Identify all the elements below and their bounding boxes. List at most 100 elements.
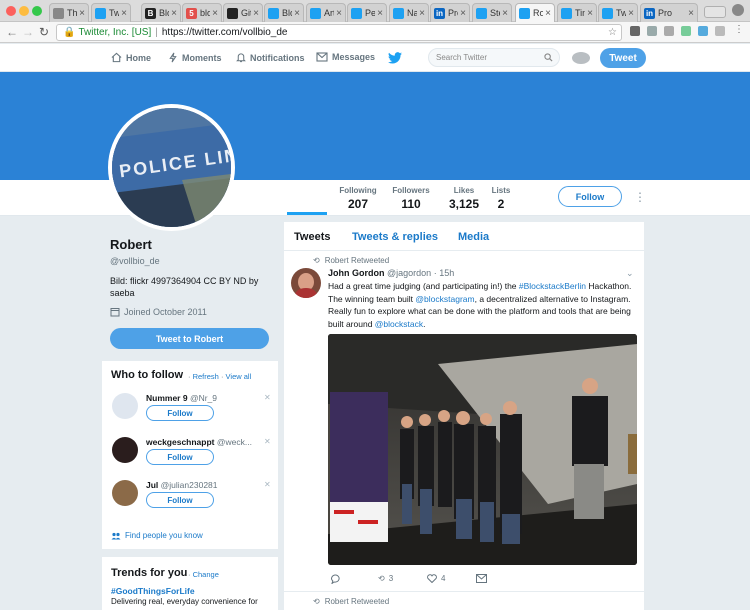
extension-icon[interactable]	[715, 26, 725, 36]
forward-icon[interactable]: →	[22, 25, 34, 39]
search-icon[interactable]	[544, 53, 553, 62]
tab-close-icon[interactable]: ×	[171, 8, 177, 19]
back-icon[interactable]: ←	[6, 25, 18, 39]
browser-tab[interactable]: Art×	[306, 3, 346, 22]
tab-close-icon[interactable]: ×	[121, 8, 127, 19]
menu-icon[interactable]: ⋮	[734, 25, 744, 36]
extension-icon[interactable]	[664, 26, 674, 36]
tweet-author-handle[interactable]: @jagordon	[387, 268, 431, 278]
profile-avatar[interactable]: POLICE LINE DO	[108, 104, 235, 231]
trend-item[interactable]: #GoodThingsForLife	[111, 586, 195, 596]
dismiss-icon[interactable]: ✕	[264, 393, 271, 402]
browser-tab[interactable]: Tw×	[91, 3, 131, 22]
tab-close-icon[interactable]: ×	[253, 8, 259, 19]
stat-followers[interactable]: Followers 110	[391, 186, 431, 211]
nav-moments[interactable]: Moments	[168, 52, 222, 63]
minimize-window-icon[interactable]	[19, 6, 29, 16]
follow-suggestion-button[interactable]: Follow	[146, 449, 214, 465]
suggested-user-name[interactable]: Jul @julian230281	[146, 480, 266, 490]
tweet-photo[interactable]	[328, 334, 637, 565]
tab-media[interactable]: Media	[458, 231, 489, 243]
follow-suggestion-button[interactable]: Follow	[146, 405, 214, 421]
zoom-window-icon[interactable]	[32, 6, 42, 16]
browser-tab[interactable]: Rol×	[515, 3, 555, 22]
tweet-to-button[interactable]: Tweet to Robert	[110, 328, 269, 349]
stat-lists[interactable]: Lists 2	[491, 186, 511, 211]
browser-tab[interactable]: Nat×	[389, 3, 429, 22]
suggested-user-name[interactable]: weckgeschnappt @weck...	[146, 437, 266, 447]
tab-close-icon[interactable]: ×	[377, 8, 383, 19]
dismiss-icon[interactable]: ✕	[264, 480, 271, 489]
mention-link[interactable]: @blockstagram	[415, 294, 474, 304]
find-people-link[interactable]: Find people you know	[111, 531, 203, 540]
hashtag-link[interactable]: #BlockstackBerlin	[519, 281, 586, 291]
tweet-author-name[interactable]: John Gordon	[328, 268, 385, 278]
browser-tab[interactable]: Ste×	[472, 3, 512, 22]
stat-likes[interactable]: Likes 3,125	[444, 186, 484, 211]
dismiss-icon[interactable]: ✕	[264, 437, 271, 446]
chevron-down-icon[interactable]: ⌄	[626, 268, 634, 279]
nav-notifications[interactable]: Notifications	[236, 52, 305, 63]
browser-tab[interactable]: 5blo×	[182, 3, 222, 22]
stat-label: Likes	[453, 186, 475, 195]
browser-tab[interactable]: Th ×	[49, 3, 89, 22]
search-input[interactable]: Search Twitter	[428, 48, 560, 67]
tab-tweets[interactable]: Tweets	[294, 231, 330, 243]
tab-tweets-replies[interactable]: Tweets & replies	[352, 231, 438, 243]
new-tab-button[interactable]	[704, 6, 726, 18]
retweet-action[interactable]: ⟲ 3	[378, 574, 393, 583]
like-action[interactable]: 4	[427, 574, 445, 583]
profile-icon[interactable]	[732, 4, 744, 16]
view-all-link[interactable]: View all	[226, 372, 252, 381]
tab-close-icon[interactable]: ×	[294, 8, 300, 19]
browser-tab[interactable]: Pet×	[347, 3, 387, 22]
refresh-link[interactable]: Refresh	[193, 372, 219, 381]
mention-link[interactable]: @blockstack	[375, 319, 423, 329]
reload-icon[interactable]: ↻	[39, 25, 49, 39]
tab-close-icon[interactable]: ×	[502, 8, 508, 19]
extension-icon[interactable]	[647, 26, 657, 36]
follow-button[interactable]: Follow	[558, 186, 622, 207]
suggested-user-name[interactable]: Nummer 9 @Nr_9	[146, 393, 266, 403]
tab-close-icon[interactable]: ×	[628, 8, 634, 19]
browser-tab[interactable]: BBlo×	[141, 3, 181, 22]
tab-close-icon[interactable]: ×	[79, 8, 85, 19]
close-window-icon[interactable]	[6, 6, 16, 16]
avatar[interactable]	[112, 480, 138, 506]
tab-close-icon[interactable]: ×	[545, 8, 551, 19]
follow-suggestion-button[interactable]: Follow	[146, 492, 214, 508]
twitter-bird-icon[interactable]	[388, 52, 402, 64]
stat-following[interactable]: Following 207	[338, 186, 378, 211]
avatar[interactable]	[112, 437, 138, 463]
extension-icon[interactable]	[681, 26, 691, 36]
extension-icon[interactable]	[630, 26, 640, 36]
browser-tab[interactable]: Blo×	[264, 3, 304, 22]
nav-messages[interactable]: Messages	[316, 52, 375, 62]
nav-home[interactable]: Home	[111, 52, 151, 63]
browser-tab[interactable]: inPro×	[640, 3, 698, 22]
profile-handle[interactable]: @vollbio_de	[110, 256, 160, 266]
more-options-icon[interactable]: ⋮	[634, 190, 646, 204]
tab-close-icon[interactable]: ×	[587, 8, 593, 19]
tab-close-icon[interactable]: ×	[419, 8, 425, 19]
tab-close-icon[interactable]: ×	[212, 8, 218, 19]
message-action[interactable]	[476, 574, 487, 583]
browser-tab[interactable]: Git×	[223, 3, 263, 22]
tweet-time[interactable]: 15h	[439, 268, 454, 278]
user-avatar-small[interactable]	[572, 52, 590, 64]
browser-tab[interactable]: Twi×	[598, 3, 638, 22]
avatar[interactable]	[112, 393, 138, 419]
browser-tab[interactable]: inPro×	[430, 3, 470, 22]
reply-action[interactable]	[331, 574, 341, 584]
tab-close-icon[interactable]: ×	[336, 8, 342, 19]
bookmark-star-icon[interactable]: ☆	[608, 27, 617, 38]
tab-close-icon[interactable]: ×	[688, 8, 694, 19]
tweet-button[interactable]: Tweet	[600, 48, 646, 68]
extension-icon[interactable]	[698, 26, 708, 36]
url-field[interactable]: 🔒 Twitter, Inc. [US] | https://twitter.c…	[56, 24, 622, 41]
reply-icon	[331, 574, 340, 584]
tweet-author-avatar[interactable]	[291, 268, 321, 298]
trends-change-link[interactable]: · Change	[188, 570, 219, 579]
tab-close-icon[interactable]: ×	[460, 8, 466, 19]
browser-tab[interactable]: Tin×	[557, 3, 597, 22]
